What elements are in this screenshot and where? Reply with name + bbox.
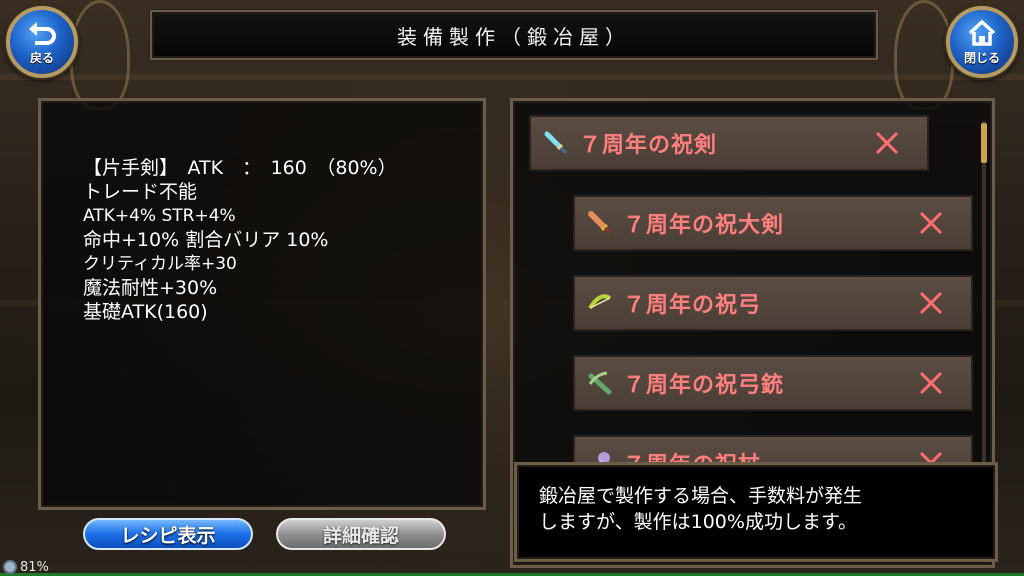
stat-line-critical: クリティカル率+30 bbox=[83, 254, 237, 274]
list-item[interactable]: ７周年の祝弓銃 bbox=[573, 355, 973, 411]
item-name: ７周年の祝大剣 bbox=[623, 213, 785, 238]
stat-line-type: 【片手剣】 ATK ： 160 （80%） bbox=[83, 157, 397, 179]
detail-check-button[interactable]: 詳細確認 bbox=[276, 518, 446, 550]
battery-percent: 81% bbox=[20, 559, 49, 575]
scrollbar-thumb[interactable] bbox=[981, 123, 987, 163]
greatsword-icon bbox=[588, 211, 612, 235]
item-stats: 【片手剣】 ATK ： 160 （80%） トレード不能 ATK+4% STR+… bbox=[83, 156, 397, 324]
item-name: ７周年の祝弓 bbox=[623, 293, 762, 318]
battery-status: 81% bbox=[0, 558, 49, 576]
back-button[interactable]: 戻る bbox=[6, 6, 78, 78]
stat-line-base-atk: 基礎ATK(160) bbox=[83, 301, 208, 323]
stat-line-hit-barrier: 命中+10% 割合バリア 10% bbox=[83, 229, 329, 251]
frame-ornament-right bbox=[894, 0, 954, 110]
page-title: 装備製作（鍛冶屋） bbox=[397, 24, 631, 49]
close-button[interactable]: 閉じる bbox=[946, 6, 1018, 78]
item-name: ７周年の祝弓銃 bbox=[623, 373, 785, 398]
notice-line-2: しますが、製作は100%成功します。 bbox=[539, 511, 858, 533]
show-recipe-button[interactable]: レシピ表示 bbox=[83, 518, 253, 550]
unavailable-x-icon bbox=[875, 131, 899, 155]
crossbow-icon bbox=[588, 371, 612, 395]
stat-line-magic-resist: 魔法耐性+30% bbox=[83, 277, 218, 299]
item-name: ７周年の祝剣 bbox=[579, 133, 718, 158]
unavailable-x-icon bbox=[919, 211, 943, 235]
unavailable-x-icon bbox=[919, 291, 943, 315]
list-item[interactable]: ７周年の祝剣 bbox=[529, 115, 929, 171]
return-arrow-icon bbox=[29, 21, 56, 45]
item-detail-panel: 【片手剣】 ATK ： 160 （80%） トレード不能 ATK+4% STR+… bbox=[38, 98, 486, 510]
list-item[interactable]: ７周年の祝大剣 bbox=[573, 195, 973, 251]
list-item[interactable]: ７周年の祝弓 bbox=[573, 275, 973, 331]
back-label: 戻る bbox=[29, 50, 54, 65]
notice-box: 鍛冶屋で製作する場合、手数料が発生 しますが、製作は100%成功します。 bbox=[514, 462, 998, 562]
title-bar: 装備製作（鍛冶屋） bbox=[150, 10, 878, 60]
bow-icon bbox=[588, 294, 612, 310]
close-label: 閉じる bbox=[963, 50, 1000, 65]
battery-icon bbox=[3, 560, 17, 574]
unavailable-x-icon bbox=[919, 371, 943, 395]
home-icon bbox=[968, 19, 996, 46]
frame-ornament-left bbox=[70, 0, 130, 110]
notice-line-1: 鍛冶屋で製作する場合、手数料が発生 bbox=[539, 485, 863, 507]
stat-line-trade: トレード不能 bbox=[83, 181, 198, 203]
sword-icon bbox=[544, 131, 568, 155]
stat-line-atk-str: ATK+4% STR+4% bbox=[83, 206, 236, 226]
